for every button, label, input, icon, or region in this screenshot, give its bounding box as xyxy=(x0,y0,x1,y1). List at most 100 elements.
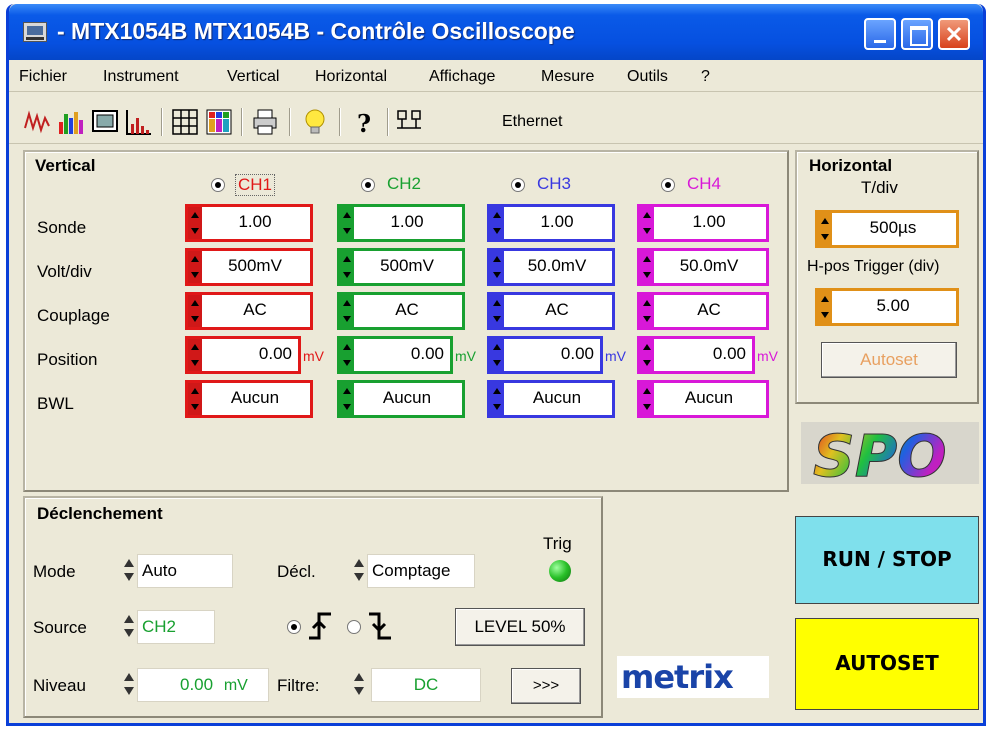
ch3-volt-div-field[interactable]: 50.0mV xyxy=(487,248,615,286)
ch2-volt-div-field[interactable]: 500mV xyxy=(337,248,465,286)
menu-affichage[interactable]: Affichage xyxy=(429,68,495,86)
niveau-field[interactable]: 0.00 mV xyxy=(137,668,269,702)
filtre-label: Filtre: xyxy=(277,676,320,695)
grid-icon[interactable] xyxy=(171,108,199,136)
oscilloscope-app-icon[interactable] xyxy=(23,22,47,42)
spin-arrows-icon[interactable] xyxy=(490,295,504,327)
waveform-icon[interactable] xyxy=(23,108,51,136)
spin-arrows-icon[interactable] xyxy=(188,339,202,371)
spin-arrows-icon[interactable] xyxy=(640,295,654,327)
ch1-position-field[interactable]: 0.00 xyxy=(185,336,301,374)
spin-arrows-icon[interactable] xyxy=(340,383,354,415)
help-icon[interactable]: ? xyxy=(349,108,377,136)
niveau-label: Niveau xyxy=(33,676,86,695)
ch1-sonde-field[interactable]: 1.00 xyxy=(185,204,313,242)
menu-horizontal[interactable]: Horizontal xyxy=(315,68,387,86)
ch4-volt-div-field[interactable]: 50.0mV xyxy=(637,248,769,286)
ch2-couplage-field[interactable]: AC xyxy=(337,292,465,330)
hpos-field[interactable]: 5.00 xyxy=(815,288,959,326)
spin-arrows-icon[interactable] xyxy=(490,383,504,415)
run-stop-button[interactable]: RUN / STOP xyxy=(795,516,979,604)
spin-arrows-icon[interactable] xyxy=(340,295,354,327)
horizontal-autoset-button[interactable]: Autoset xyxy=(821,342,957,378)
ch3-label[interactable]: CH3 xyxy=(537,174,571,194)
ch2-sonde-field[interactable]: 1.00 xyxy=(337,204,465,242)
ch3-position-field[interactable]: 0.00 xyxy=(487,336,603,374)
niveau-spin-icon[interactable] xyxy=(121,672,135,696)
ch1-radio[interactable] xyxy=(211,178,225,192)
toolbar-separator xyxy=(387,108,389,136)
spin-arrows-icon[interactable] xyxy=(340,251,354,283)
decl-spin-icon[interactable] xyxy=(351,558,365,582)
tdiv-field[interactable]: 500µs xyxy=(815,210,959,248)
menu-outils[interactable]: Outils xyxy=(627,68,668,86)
spin-arrows-icon[interactable] xyxy=(640,383,654,415)
spo-logo-text: SPO xyxy=(813,422,947,484)
ch1-bwl-field[interactable]: Aucun xyxy=(185,380,313,418)
ch3-couplage-field[interactable]: AC xyxy=(487,292,615,330)
metrix-logo-text: metrix xyxy=(621,658,734,696)
hpos-label: H-pos Trigger (div) xyxy=(807,258,940,275)
network-icon[interactable] xyxy=(395,108,423,136)
spin-arrows-icon[interactable] xyxy=(188,207,202,239)
spin-arrows-icon[interactable] xyxy=(188,251,202,283)
ch4-position-field[interactable]: 0.00 xyxy=(637,336,755,374)
menu-mesure[interactable]: Mesure xyxy=(541,68,594,86)
source-spin-icon[interactable] xyxy=(121,614,135,638)
ch3-sonde-field[interactable]: 1.00 xyxy=(487,204,615,242)
spin-arrows-icon[interactable] xyxy=(340,339,354,371)
ch1-volt-div-field[interactable]: 500mV xyxy=(185,248,313,286)
filtre-field[interactable]: DC xyxy=(371,668,481,702)
ch3-radio[interactable] xyxy=(511,178,525,192)
toolbar-separator xyxy=(289,108,291,136)
ch2-label[interactable]: CH2 xyxy=(387,174,421,194)
spin-arrows-icon[interactable] xyxy=(490,339,504,371)
spin-arrows-icon[interactable] xyxy=(640,251,654,283)
print-icon[interactable] xyxy=(251,108,279,136)
ch4-sonde-field[interactable]: 1.00 xyxy=(637,204,769,242)
spin-arrows-icon[interactable] xyxy=(490,251,504,283)
spin-arrows-icon[interactable] xyxy=(640,339,654,371)
ch3-bwl-field[interactable]: Aucun xyxy=(487,380,615,418)
close-button[interactable]: ✕ xyxy=(938,18,970,50)
spin-arrows-icon[interactable] xyxy=(188,383,202,415)
ch4-radio[interactable] xyxy=(661,178,675,192)
ch4-couplage-field[interactable]: AC xyxy=(637,292,769,330)
maximize-button[interactable] xyxy=(901,18,933,50)
rising-edge-radio[interactable] xyxy=(287,620,301,634)
decl-field[interactable]: Comptage xyxy=(367,554,475,588)
ch2-bwl-field[interactable]: Aucun xyxy=(337,380,465,418)
level-50-button[interactable]: LEVEL 50% xyxy=(455,608,585,646)
spin-arrows-icon[interactable] xyxy=(188,295,202,327)
ch4-label[interactable]: CH4 xyxy=(687,174,721,194)
ch1-couplage-field[interactable]: AC xyxy=(185,292,313,330)
filtre-spin-icon[interactable] xyxy=(351,672,365,696)
menu-vertical[interactable]: Vertical xyxy=(227,68,279,86)
menu-instrument[interactable]: Instrument xyxy=(103,68,179,86)
ch2-radio[interactable] xyxy=(361,178,375,192)
more-options-button[interactable]: >>> xyxy=(511,668,581,704)
menu-fichier[interactable]: Fichier xyxy=(19,68,67,86)
spin-arrows-icon[interactable] xyxy=(340,207,354,239)
spin-arrows-icon[interactable] xyxy=(490,207,504,239)
ch4-bwl-field[interactable]: Aucun xyxy=(637,380,769,418)
title-bar[interactable]: - MTX1054B MTX1054B - Contrôle Oscillosc… xyxy=(9,4,983,60)
minimize-button[interactable] xyxy=(864,18,896,50)
mode-field[interactable]: Auto xyxy=(137,554,233,588)
ch2-position-field[interactable]: 0.00 xyxy=(337,336,453,374)
histogram-icon[interactable] xyxy=(125,108,153,136)
autoset-button[interactable]: AUTOSET xyxy=(795,618,979,710)
trigger-title: Déclenchement xyxy=(37,504,163,523)
spin-arrows-icon[interactable] xyxy=(640,207,654,239)
spectrum-icon[interactable] xyxy=(57,108,85,136)
spin-arrows-icon[interactable] xyxy=(818,213,832,245)
menu-help[interactable]: ? xyxy=(701,68,710,86)
source-field[interactable]: CH2 xyxy=(137,610,215,644)
falling-edge-radio[interactable] xyxy=(347,620,361,634)
screen-icon[interactable] xyxy=(91,108,119,136)
spin-arrows-icon[interactable] xyxy=(818,291,832,323)
ch1-label[interactable]: CH1 xyxy=(235,174,276,196)
mode-spin-icon[interactable] xyxy=(121,558,135,582)
lightbulb-icon[interactable] xyxy=(301,108,329,136)
color-palette-icon[interactable] xyxy=(205,108,233,136)
